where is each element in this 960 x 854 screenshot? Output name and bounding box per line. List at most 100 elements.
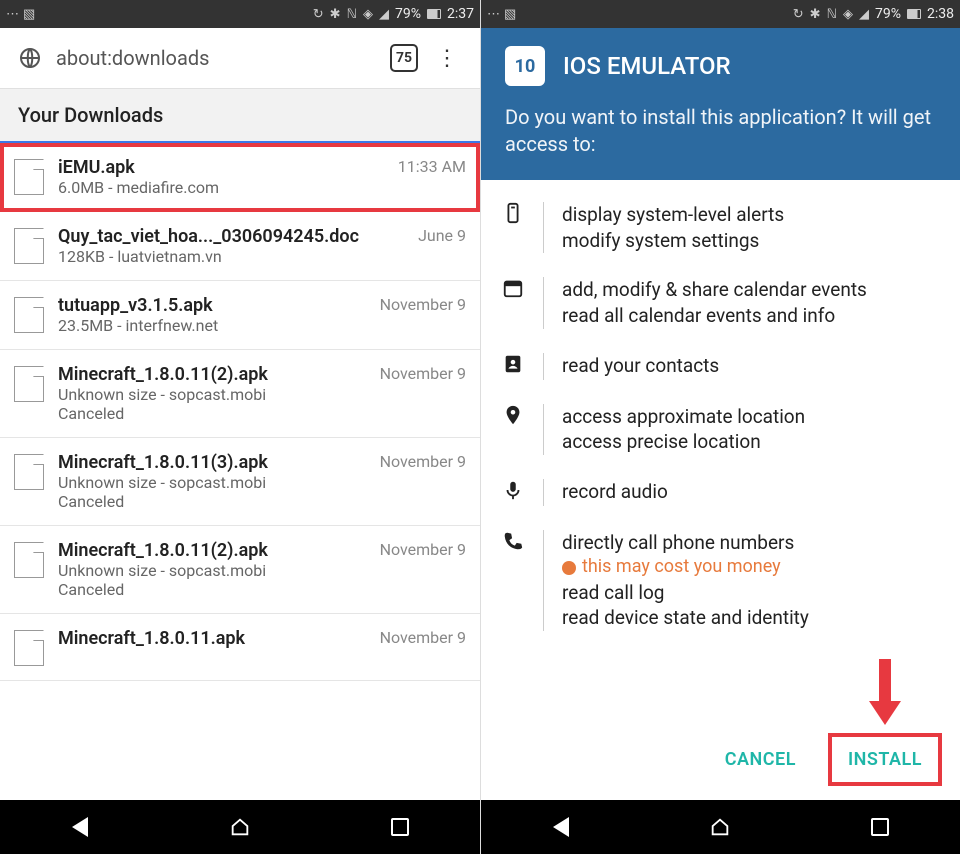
- status-more-icon: ⋯: [487, 7, 500, 22]
- status-signal-icon: ◢: [379, 7, 389, 22]
- download-filename: Minecraft_1.8.0.11(2).apk: [58, 540, 366, 561]
- permission-text: access approximate locationaccess precis…: [562, 404, 805, 455]
- status-bar: ⋯ ▧ ↻ ✱ ℕ ◈ ◢ 79% 2:38: [481, 0, 960, 28]
- phone-icon: [501, 530, 525, 557]
- status-battery-text: 79%: [875, 6, 901, 22]
- download-status: Canceled: [58, 492, 366, 511]
- permission-row: read your contacts: [501, 353, 940, 380]
- download-filename: Quy_tac_viet_hoa..._0306094245.doc: [58, 226, 404, 247]
- status-sync-icon: ↻: [313, 7, 324, 22]
- permission-row: directly call phone numbersthis may cost…: [501, 530, 940, 631]
- tabs-count-button[interactable]: 75: [390, 44, 418, 72]
- downloads-list: iEMU.apk6.0MB - mediafire.com 11:33 AM Quy…: [0, 143, 480, 800]
- permission-divider: [543, 277, 544, 328]
- download-item[interactable]: Minecraft_1.8.0.11(2).apkUnknown size - …: [0, 350, 480, 438]
- android-home-button[interactable]: [210, 811, 270, 843]
- phone-left-downloads: ⋯ ▧ ↻ ✱ ℕ ◈ ◢ 79% 2:37 about:downloads 7…: [0, 0, 480, 854]
- download-filename: Minecraft_1.8.0.11(2).apk: [58, 364, 366, 385]
- permission-text: record audio: [562, 479, 668, 505]
- download-timestamp: 11:33 AM: [398, 157, 466, 176]
- status-signal-icon: ◢: [859, 7, 869, 22]
- battery-icon: [427, 9, 441, 19]
- status-bluetooth-icon: ✱: [330, 7, 341, 22]
- status-sync-icon: ↻: [793, 7, 804, 22]
- mic-icon: [501, 479, 525, 506]
- permissions-list: display system-level alertsmodify system…: [481, 180, 960, 727]
- download-status: Canceled: [58, 404, 366, 423]
- download-filename: Minecraft_1.8.0.11.apk: [58, 628, 366, 649]
- instruction-arrow-icon: [865, 659, 905, 729]
- android-back-button[interactable]: [50, 811, 110, 843]
- download-item[interactable]: Minecraft_1.8.0.11.apk November 9: [0, 614, 480, 681]
- android-back-button[interactable]: [531, 811, 591, 843]
- permission-text: read your contacts: [562, 353, 719, 379]
- status-bar: ⋯ ▧ ↻ ✱ ℕ ◈ ◢ 79% 2:37: [0, 0, 480, 28]
- status-apps-icon: ▧: [23, 7, 35, 22]
- status-apps-icon: ▧: [504, 7, 516, 22]
- status-bluetooth-icon: ✱: [810, 7, 821, 22]
- android-recent-button[interactable]: [850, 811, 910, 843]
- phone-right-installer: ⋯ ▧ ↻ ✱ ℕ ◈ ◢ 79% 2:38 10 IOS EMULATOR D…: [480, 0, 960, 854]
- download-item[interactable]: iEMU.apk6.0MB - mediafire.com 11:33 AM: [0, 143, 480, 212]
- download-timestamp: November 9: [380, 452, 466, 471]
- install-highlight-box: INSTALL: [828, 733, 942, 786]
- downloads-section-title: Your Downloads: [0, 89, 480, 143]
- download-timestamp: November 9: [380, 295, 466, 314]
- file-icon: [14, 366, 44, 402]
- globe-icon: [18, 46, 42, 70]
- permission-text: directly call phone numbersthis may cost…: [562, 530, 809, 631]
- download-timestamp: November 9: [380, 628, 466, 647]
- file-icon: [14, 630, 44, 666]
- battery-icon: [907, 9, 921, 19]
- status-wifi-icon: ◈: [363, 7, 373, 22]
- file-icon: [14, 542, 44, 578]
- android-recent-button[interactable]: [370, 811, 430, 843]
- file-icon: [14, 454, 44, 490]
- download-subtext: Unknown size - sopcast.mobi: [58, 385, 366, 404]
- permission-warning: this may cost you money: [562, 555, 809, 579]
- permission-divider: [543, 530, 544, 631]
- address-url[interactable]: about:downloads: [56, 46, 376, 70]
- permission-text: display system-level alertsmodify system…: [562, 202, 784, 253]
- location-icon: [501, 404, 525, 431]
- download-subtext: 128KB - luatvietnam.vn: [58, 247, 404, 266]
- download-filename: Minecraft_1.8.0.11(3).apk: [58, 452, 366, 473]
- permission-divider: [543, 479, 544, 506]
- overflow-menu-icon[interactable]: ⋮: [432, 46, 462, 71]
- download-item[interactable]: tutuapp_v3.1.5.apk23.5MB - interfnew.net…: [0, 281, 480, 350]
- download-subtext: 6.0MB - mediafire.com: [58, 178, 384, 197]
- download-subtext: Unknown size - sopcast.mobi: [58, 473, 366, 492]
- download-timestamp: June 9: [418, 226, 466, 245]
- download-item[interactable]: Quy_tac_viet_hoa..._0306094245.doc128KB …: [0, 212, 480, 281]
- permission-divider: [543, 404, 544, 455]
- permission-row: access approximate locationaccess precis…: [501, 404, 940, 455]
- status-more-icon: ⋯: [6, 7, 19, 22]
- download-filename: iEMU.apk: [58, 157, 384, 178]
- permission-row: record audio: [501, 479, 940, 506]
- permission-divider: [543, 353, 544, 380]
- status-time: 2:38: [927, 6, 954, 22]
- cancel-button[interactable]: CANCEL: [711, 739, 810, 780]
- status-nfc-icon: ℕ: [827, 7, 837, 22]
- android-home-button[interactable]: [690, 811, 750, 843]
- download-item[interactable]: Minecraft_1.8.0.11(2).apkUnknown size - …: [0, 526, 480, 614]
- download-subtext: 23.5MB - interfnew.net: [58, 316, 366, 335]
- calendar-icon: [501, 277, 525, 304]
- install-button[interactable]: INSTALL: [834, 739, 936, 780]
- money-icon: [562, 561, 576, 575]
- download-filename: tutuapp_v3.1.5.apk: [58, 295, 366, 316]
- device-icon: [501, 202, 525, 229]
- contacts-icon: [501, 353, 525, 380]
- file-icon: [14, 228, 44, 264]
- status-time: 2:37: [447, 6, 474, 22]
- download-item[interactable]: Minecraft_1.8.0.11(3).apkUnknown size - …: [0, 438, 480, 526]
- permission-row: add, modify & share calendar eventsread …: [501, 277, 940, 328]
- app-icon: 10: [505, 46, 545, 86]
- permission-row: display system-level alertsmodify system…: [501, 202, 940, 253]
- status-wifi-icon: ◈: [843, 7, 853, 22]
- download-status: Canceled: [58, 580, 366, 599]
- status-nfc-icon: ℕ: [347, 7, 357, 22]
- permission-divider: [543, 202, 544, 253]
- permission-text: add, modify & share calendar eventsread …: [562, 277, 867, 328]
- status-battery-text: 79%: [395, 6, 421, 22]
